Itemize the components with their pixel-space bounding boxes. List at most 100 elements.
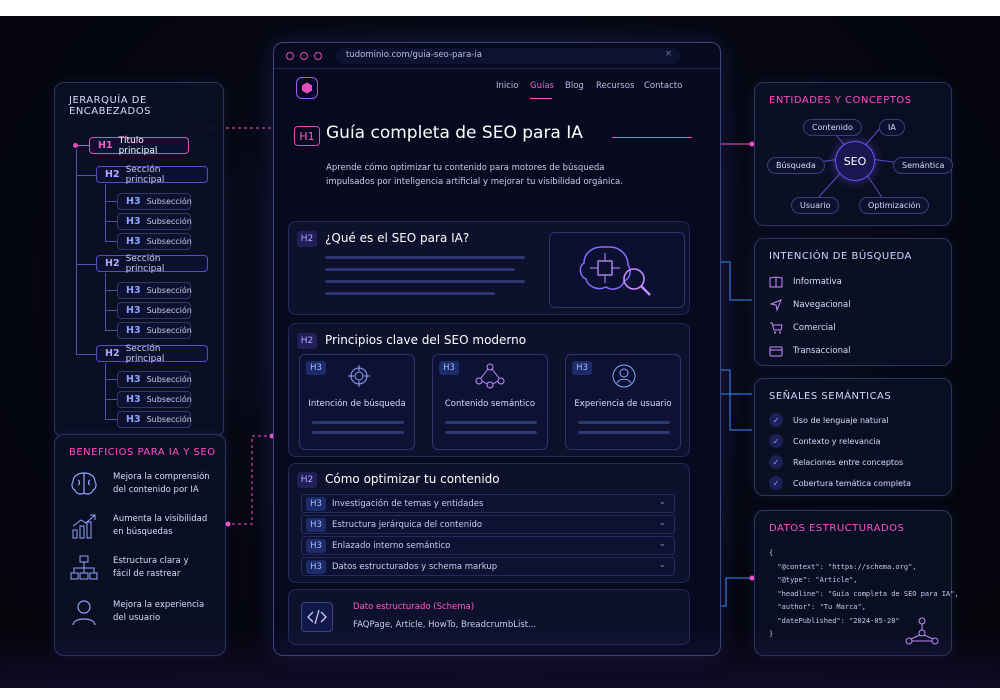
h2-node[interactable]: H2 Sección principal [96, 254, 208, 274]
signal-label: Contexto y relevancia [793, 436, 881, 446]
intent-label: Transaccional [793, 346, 851, 356]
accordion-row[interactable]: H3 Enlazado interno semántico ⌄ [301, 536, 675, 555]
h3-tag: H3 [126, 414, 141, 425]
benefits-title: BENEFICIOS PARA IA Y SEO [69, 447, 216, 458]
entity-node[interactable]: Optimización [859, 197, 930, 214]
principle-card[interactable]: H3 Contenido semántico [432, 354, 548, 450]
entity-node[interactable]: Semántica [893, 157, 954, 174]
intent-label: Comercial [793, 323, 836, 333]
chevron-down-icon[interactable]: ⌄ [658, 518, 666, 528]
benefit-text-2: del usuario [113, 613, 161, 623]
schema-title: Dato estructurado (Schema) [353, 602, 475, 612]
intent-item[interactable]: Informativa [769, 275, 842, 289]
chevron-down-icon[interactable]: ⌄ [658, 539, 666, 549]
signal-item: ✓ Cobertura temática completa [769, 476, 911, 490]
accordion-row[interactable]: H3 Investigación de temas y entidades ⌄ [301, 494, 675, 513]
h3-label: Subsección [146, 306, 192, 315]
window-dot-icon[interactable] [300, 52, 308, 60]
card-icon [769, 344, 783, 358]
section-title: Cómo optimizar tu contenido [325, 472, 500, 486]
card-label: Experiencia de usuario [574, 399, 672, 409]
section-principles: H2 Principios clave del SEO moderno H3 I… [288, 323, 690, 457]
principle-card[interactable]: H3 Experiencia de usuario [565, 354, 681, 450]
h3-node[interactable]: H3 Subsección [117, 233, 192, 250]
benefit-text-2: del contenido por IA [113, 485, 199, 495]
h3-badge: H3 [306, 539, 326, 553]
hierarchy-title: JERARQUÍA DE ENCABEZADOS [69, 95, 151, 117]
benefit-item: Estructura clara y fácil de rastrear [69, 553, 189, 583]
site-logo-icon[interactable] [296, 77, 318, 99]
section-title: Principios clave del SEO moderno [325, 333, 527, 347]
hierarchy-panel: JERARQUÍA DE ENCABEZADOS H1 Título princ… [54, 82, 224, 438]
structured-data-panel: DATOS ESTRUCTURADOS { "@context": "https… [754, 510, 959, 656]
book-icon [769, 275, 783, 289]
h3-tag: H3 [126, 325, 141, 336]
accordion-row[interactable]: H3 Datos estructurados y schema markup ⌄ [301, 557, 675, 576]
h3-node[interactable]: H3 Subsección [117, 302, 192, 319]
h1-node[interactable]: H1 Título principal [89, 136, 189, 156]
url-bar[interactable]: tudominio.com/guia-seo-para-ia × [336, 48, 680, 64]
chevron-down-icon[interactable]: ⌄ [658, 497, 666, 507]
url-text: tudominio.com/guia-seo-para-ia [346, 50, 482, 60]
h2-node[interactable]: H2 Sección principal [96, 165, 208, 185]
h3-label: Subsección [146, 197, 192, 206]
nav-inicio[interactable]: Inicio [496, 81, 519, 91]
chevron-down-icon[interactable]: ⌄ [658, 560, 666, 570]
h3-label: Subsección [146, 415, 192, 424]
h3-connector [105, 241, 117, 242]
benefit-text-1: Mejora la comprensión [113, 472, 210, 482]
nav-guias[interactable]: Guías [530, 81, 554, 91]
h2-connector [76, 354, 96, 355]
intent-panel: INTENCIÓN DE BÚSQUEDA Informativa Navega… [754, 238, 952, 366]
h2-badge: H2 [297, 333, 317, 349]
placeholder-text-line [312, 421, 404, 424]
h2-node[interactable]: H2 Sección principal [96, 344, 208, 364]
signal-label: Uso de lenguaje natural [793, 415, 889, 425]
entity-node[interactable]: IA [879, 119, 905, 136]
h1-connector [78, 145, 89, 146]
nav-contacto[interactable]: Contacto [644, 81, 682, 91]
growth-chart-icon [69, 511, 99, 541]
accordion-row[interactable]: H3 Estructura jerárquica del contenido ⌄ [301, 515, 675, 534]
window-dot-icon[interactable] [286, 52, 294, 60]
row-label: Datos estructurados y schema markup [332, 562, 498, 572]
seo-center-node[interactable]: SEO [835, 141, 875, 181]
intent-item[interactable]: Transaccional [769, 344, 851, 358]
active-nav-underline [530, 98, 552, 99]
entity-node[interactable]: Búsqueda [767, 157, 825, 174]
h2-badge: H2 [297, 231, 317, 247]
h3-badge: H3 [572, 361, 592, 375]
h3-node[interactable]: H3 Subsección [117, 282, 192, 299]
user-icon [612, 364, 636, 392]
h3-node[interactable]: H3 Subsección [117, 213, 192, 230]
schema-box[interactable]: Dato estructurado (Schema) FAQPage, Arti… [288, 589, 690, 645]
h3-trunk [105, 273, 106, 330]
entity-node[interactable]: Contenido [803, 119, 862, 136]
principle-card[interactable]: H3 Intención de búsqueda [299, 354, 415, 450]
placeholder-text-line [578, 431, 670, 434]
h2-tag: H2 [105, 169, 120, 180]
signals-title: SEÑALES SEMÁNTICAS [769, 391, 892, 402]
h3-node[interactable]: H3 Subsección [117, 193, 192, 210]
check-icon: ✓ [769, 434, 783, 448]
intent-item[interactable]: Comercial [769, 321, 836, 335]
h3-tag: H3 [126, 374, 141, 385]
h3-node[interactable]: H3 Subsección [117, 371, 192, 388]
h3-node[interactable]: H3 Subsección [117, 322, 192, 339]
entity-node[interactable]: Usuario [791, 197, 840, 214]
close-icon[interactable]: × [665, 49, 672, 59]
target-icon [348, 365, 370, 391]
window-dot-icon[interactable] [314, 52, 322, 60]
benefit-text-1: Estructura clara y [113, 556, 189, 566]
nav-recursos[interactable]: Recursos [596, 81, 634, 91]
intent-item[interactable]: Navegacional [769, 298, 851, 312]
placeholder-text-line [325, 268, 515, 271]
h3-tag: H3 [126, 236, 141, 247]
h3-node[interactable]: H3 Subsección [117, 391, 192, 408]
nav-blog[interactable]: Blog [565, 81, 584, 91]
graph-network-icon [903, 615, 941, 651]
user-icon [69, 597, 99, 627]
h3-node[interactable]: H3 Subsección [117, 411, 192, 428]
h3-badge: H3 [439, 361, 459, 375]
benefit-text-1: Mejora la experiencia [113, 600, 205, 610]
